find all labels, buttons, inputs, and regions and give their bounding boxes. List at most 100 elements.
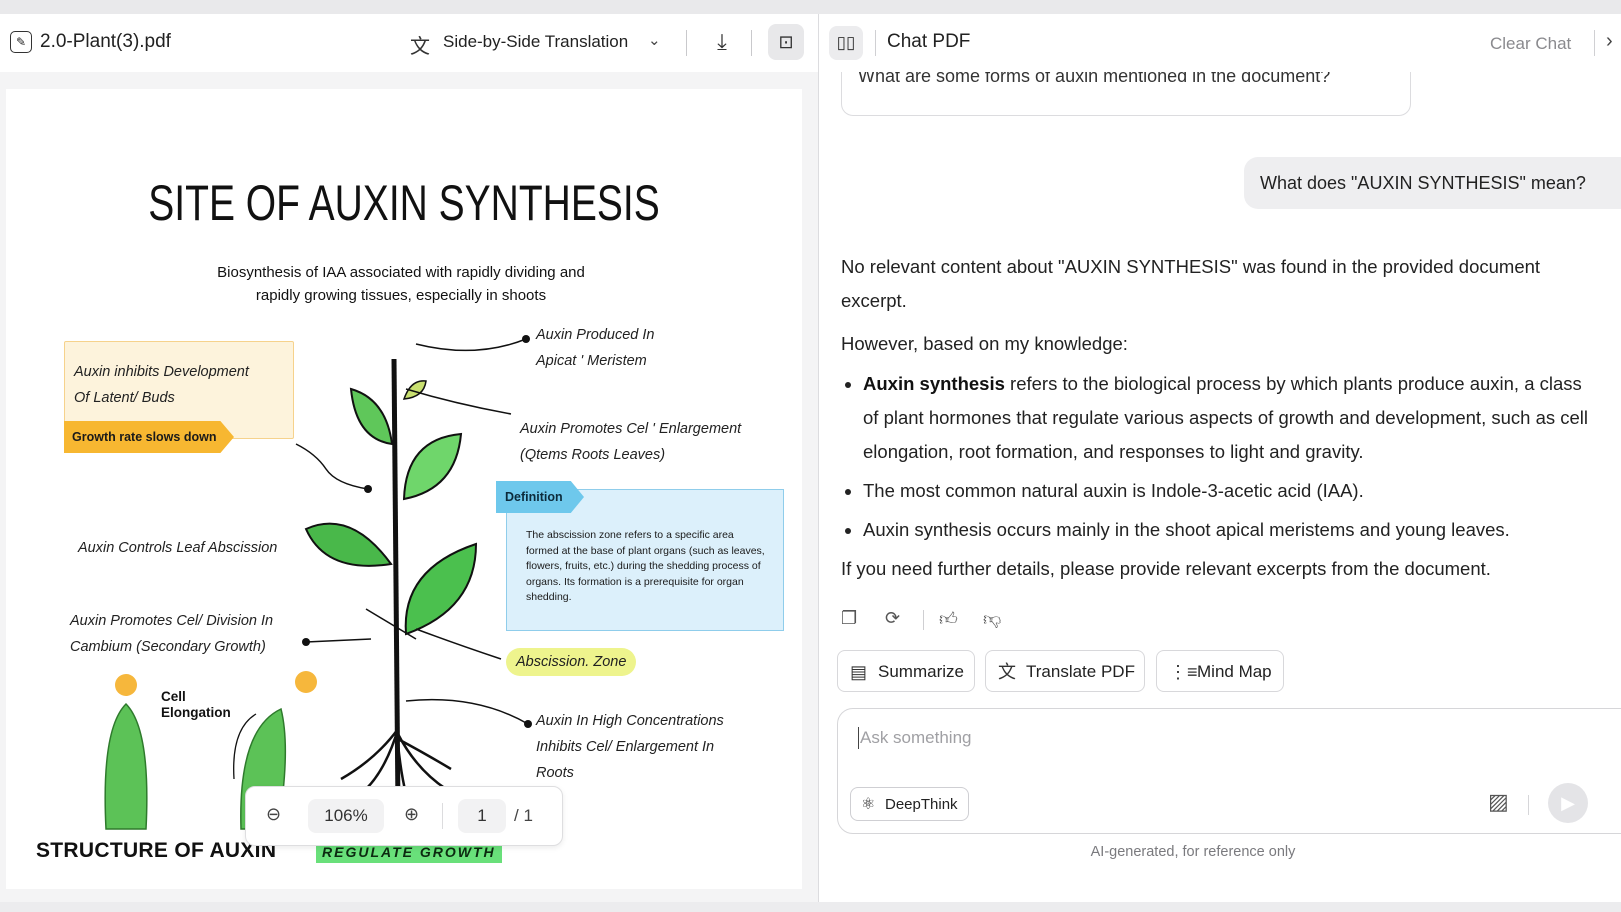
pdf-toolbar: ✎ 2.0-Plant(3).pdf 文 Side-by-Side Transl… <box>0 14 818 72</box>
arrow <box>305 638 372 643</box>
chat-title: Chat PDF <box>887 31 971 52</box>
deepthink-label: DeepThink <box>885 796 958 813</box>
zoom-out-icon[interactable]: ⊖ <box>266 804 281 825</box>
pdf-page: SITE OF AUXIN SYNTHESIS Biosynthesis of … <box>6 89 802 889</box>
suggested-question[interactable]: What are some forms of auxin mentioned i… <box>841 72 1411 116</box>
deepthink-button[interactable]: ⚛ DeepThink <box>850 787 969 821</box>
translation-mode-label[interactable]: Side-by-Side Translation <box>443 32 628 52</box>
thumbs-up-icon[interactable]: 👍︎ <box>939 608 958 630</box>
window-top-strip <box>0 0 1621 14</box>
leaf <box>402 432 463 501</box>
send-icon[interactable]: ▶ <box>1548 783 1588 823</box>
zoom-in-icon[interactable]: ⊕ <box>404 804 419 825</box>
annotation-line: Auxin Promotes Cel ' Enlargement <box>520 421 742 437</box>
chevron-down-icon[interactable]: ⌄ <box>648 31 661 49</box>
actions-divider <box>923 610 924 630</box>
definition-text: The abscission zone refers to a specific… <box>526 529 765 603</box>
leaf <box>404 542 478 636</box>
label-line: Cell <box>161 689 186 704</box>
cell-elongation-label: Cell Elongation <box>161 689 231 721</box>
sun-icon <box>115 674 137 696</box>
thumbs-down-icon[interactable]: 👎︎ <box>983 608 1001 630</box>
answer-list: Auxin synthesis refers to the biological… <box>841 367 1601 547</box>
answer-paragraph: If you need further details, please prov… <box>841 558 1491 579</box>
definition-tag: Definition <box>496 481 584 513</box>
sun-icon <box>295 671 317 693</box>
arrow <box>415 628 502 660</box>
pdf-file-icon: ✎ <box>10 31 32 53</box>
leaf <box>349 387 394 446</box>
answer-paragraph: No relevant content about "AUXIN SYNTHES… <box>841 256 1541 311</box>
arrow-dot <box>522 335 530 343</box>
mind-map-icon: ⋮≡ <box>1169 662 1198 682</box>
clear-chat-button[interactable]: Clear Chat <box>1490 34 1571 54</box>
growth-rate-tag: Growth rate slows down <box>64 421 234 453</box>
annotation-line: Apicat ' Meristem <box>536 353 647 369</box>
regenerate-icon[interactable]: ⟳ <box>885 608 900 629</box>
chip-label: Translate PDF <box>1026 662 1135 681</box>
arrow <box>405 698 529 725</box>
toolbar-divider <box>875 30 876 56</box>
mind-map-button[interactable]: ⋮≡ Mind Map <box>1156 650 1284 692</box>
ai-assistant-icon[interactable]: ⊡ <box>768 24 804 60</box>
abscission-zone-label: Abscission. Zone <box>506 648 637 676</box>
chat-pane: ▯▯ Chat PDF Clear Chat › What are some f… <box>819 14 1621 902</box>
chat-toolbar: ▯▯ Chat PDF Clear Chat › <box>819 14 1621 72</box>
annotation-line: Of Latent/ Buds <box>74 390 175 406</box>
chat-input-box[interactable]: Ask something ⚛ DeepThink ▨ ▶ <box>837 708 1621 834</box>
chat-input[interactable]: Ask something <box>858 727 972 749</box>
copy-icon[interactable]: ❐ <box>841 608 857 629</box>
annotation-line: Auxin In High Concentrations <box>536 713 724 729</box>
arrow <box>415 338 527 352</box>
annotation-text: Auxin In High Concentrations Inhibits Ce… <box>536 708 724 786</box>
structure-heading: STRUCTURE OF AUXIN <box>36 839 277 862</box>
toolbar-divider <box>1594 30 1595 56</box>
zoom-divider <box>442 803 443 829</box>
close-chevron-icon[interactable]: › <box>1606 30 1613 53</box>
translate-pdf-button[interactable]: 文 Translate PDF <box>985 650 1145 692</box>
shoot-tip <box>104 702 148 830</box>
input-divider <box>1528 795 1529 815</box>
arrow-dot <box>364 485 372 493</box>
page-number-input[interactable]: 1 <box>458 799 506 833</box>
translate-pdf-icon: 文 <box>998 662 1016 682</box>
summarize-icon: ▤ <box>850 662 868 682</box>
annotation-text: Auxin inhibits Development Of Latent/ Bu… <box>74 359 249 411</box>
answer-bullet: Auxin synthesis refers to the biological… <box>863 367 1601 469</box>
pdf-viewer-pane: ✎ 2.0-Plant(3).pdf 文 Side-by-Side Transl… <box>0 14 819 902</box>
arrow <box>295 443 369 490</box>
image-upload-icon[interactable]: ▨ <box>1488 789 1509 815</box>
arrow-dot <box>302 638 310 646</box>
user-message: What does "AUXIN SYNTHESIS" mean? <box>1244 157 1621 209</box>
translate-icon[interactable]: 文 <box>410 30 430 59</box>
book-icon[interactable]: ▯▯ <box>829 26 863 60</box>
annotation-line: Auxin Produced In <box>536 327 655 343</box>
annotation-line: Roots <box>536 765 574 781</box>
assistant-answer: No relevant content about "AUXIN SYNTHES… <box>841 250 1601 586</box>
chip-label: Mind Map <box>1197 662 1272 681</box>
annotation-text: Auxin Promotes Cel ' Enlargement (Qtems … <box>520 416 741 468</box>
answer-bullet: Auxin synthesis occurs mainly in the sho… <box>863 513 1601 547</box>
page-total: / 1 <box>514 806 533 825</box>
label-line: Elongation <box>161 705 231 720</box>
annotation-line: (Qtems Roots Leaves) <box>520 447 666 463</box>
zoom-controls: ⊖ 106% ⊕ 1 / 1 <box>245 786 563 846</box>
ai-disclaimer: AI-generated, for reference only <box>1090 844 1296 860</box>
arrow-dot <box>524 720 532 728</box>
annotation-line: Cambium (Secondary Growth) <box>70 639 266 655</box>
annotation-line: Auxin inhibits Development <box>74 364 249 380</box>
deepthink-icon: ⚛ <box>861 796 876 813</box>
pdf-filename: 2.0-Plant(3).pdf <box>40 31 171 52</box>
annotation-text: Auxin Produced In Apicat ' Meristem <box>536 322 655 374</box>
annotation-line: Auxin Promotes Cel/ Division In <box>70 613 274 629</box>
answer-bullet: The most common natural auxin is Indole-… <box>863 474 1601 508</box>
annotation-text: Auxin Controls Leaf Abscission <box>78 540 278 556</box>
annotation-text: Auxin Promotes Cel/ Division In Cambium … <box>70 608 273 660</box>
chip-label: Summarize <box>878 662 964 681</box>
annotation-line: Inhibits Cel/ Enlargement In <box>536 739 715 755</box>
summarize-button[interactable]: ▤ Summarize <box>837 650 975 692</box>
toolbar-divider <box>751 30 752 56</box>
suggested-question-text: What are some forms of auxin mentioned i… <box>858 72 1331 86</box>
download-icon[interactable]: ⤓ <box>708 28 736 56</box>
zoom-level[interactable]: 106% <box>308 799 384 833</box>
